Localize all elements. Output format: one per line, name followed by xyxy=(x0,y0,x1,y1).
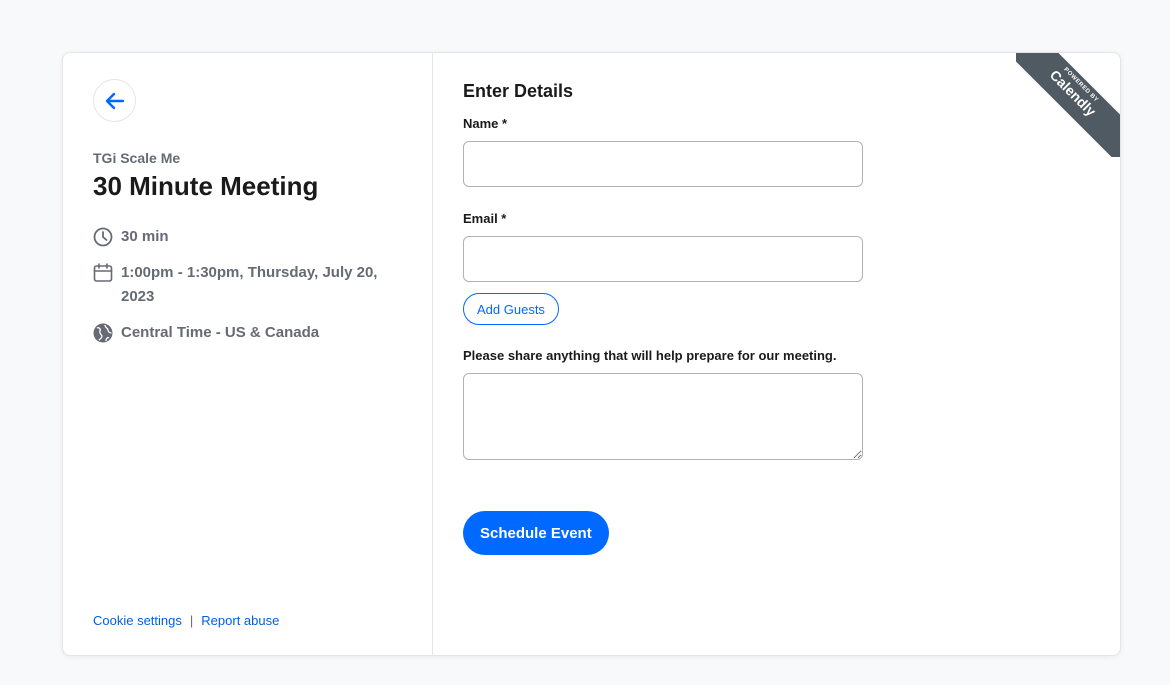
booking-card: TGi Scale Me 30 Minute Meeting 30 min 1:… xyxy=(62,52,1121,656)
email-label: Email * xyxy=(463,211,507,226)
back-arrow-icon xyxy=(105,92,124,109)
footer-separator: | xyxy=(189,613,194,628)
event-details-panel: TGi Scale Me 30 Minute Meeting 30 min 1:… xyxy=(63,53,433,655)
add-guests-button[interactable]: Add Guests xyxy=(463,293,559,325)
powered-by-text: POWERED BY xyxy=(1062,66,1100,104)
clock-icon xyxy=(93,225,113,249)
notes-textarea[interactable] xyxy=(463,373,863,460)
timezone-text: Central Time - US & Canada xyxy=(121,324,320,341)
footer-links: Cookie settings | Report abuse xyxy=(93,613,279,628)
timezone-row: Central Time - US & Canada xyxy=(93,321,319,345)
back-button[interactable] xyxy=(93,79,136,122)
duration-row: 30 min xyxy=(93,225,169,249)
report-abuse-link[interactable]: Report abuse xyxy=(201,613,279,628)
globe-icon xyxy=(93,321,113,345)
name-label: Name * xyxy=(463,116,508,131)
cookie-settings-link[interactable]: Cookie settings xyxy=(93,613,182,628)
email-input[interactable] xyxy=(463,236,863,282)
event-title: 30 Minute Meeting xyxy=(93,171,319,201)
organizer-name: TGi Scale Me xyxy=(93,150,181,166)
datetime-row: 1:00pm - 1:30pm, Thursday, July 20, 2023 xyxy=(93,261,413,309)
calendar-icon xyxy=(93,261,113,285)
form-heading: Enter Details xyxy=(463,81,574,101)
schedule-event-button[interactable]: Schedule Event xyxy=(463,511,609,555)
datetime-text: 1:00pm - 1:30pm, Thursday, July 20, 2023 xyxy=(121,264,378,305)
name-input[interactable] xyxy=(463,141,863,187)
powered-by-ribbon: POWERED BY Calendly xyxy=(1016,53,1120,157)
duration-text: 30 min xyxy=(121,228,169,245)
calendly-ribbon-link[interactable]: POWERED BY Calendly xyxy=(1016,53,1120,157)
notes-label: Please share anything that will help pre… xyxy=(463,348,837,363)
details-form: Enter Details Name * Email * Add Guests … xyxy=(463,53,1103,655)
